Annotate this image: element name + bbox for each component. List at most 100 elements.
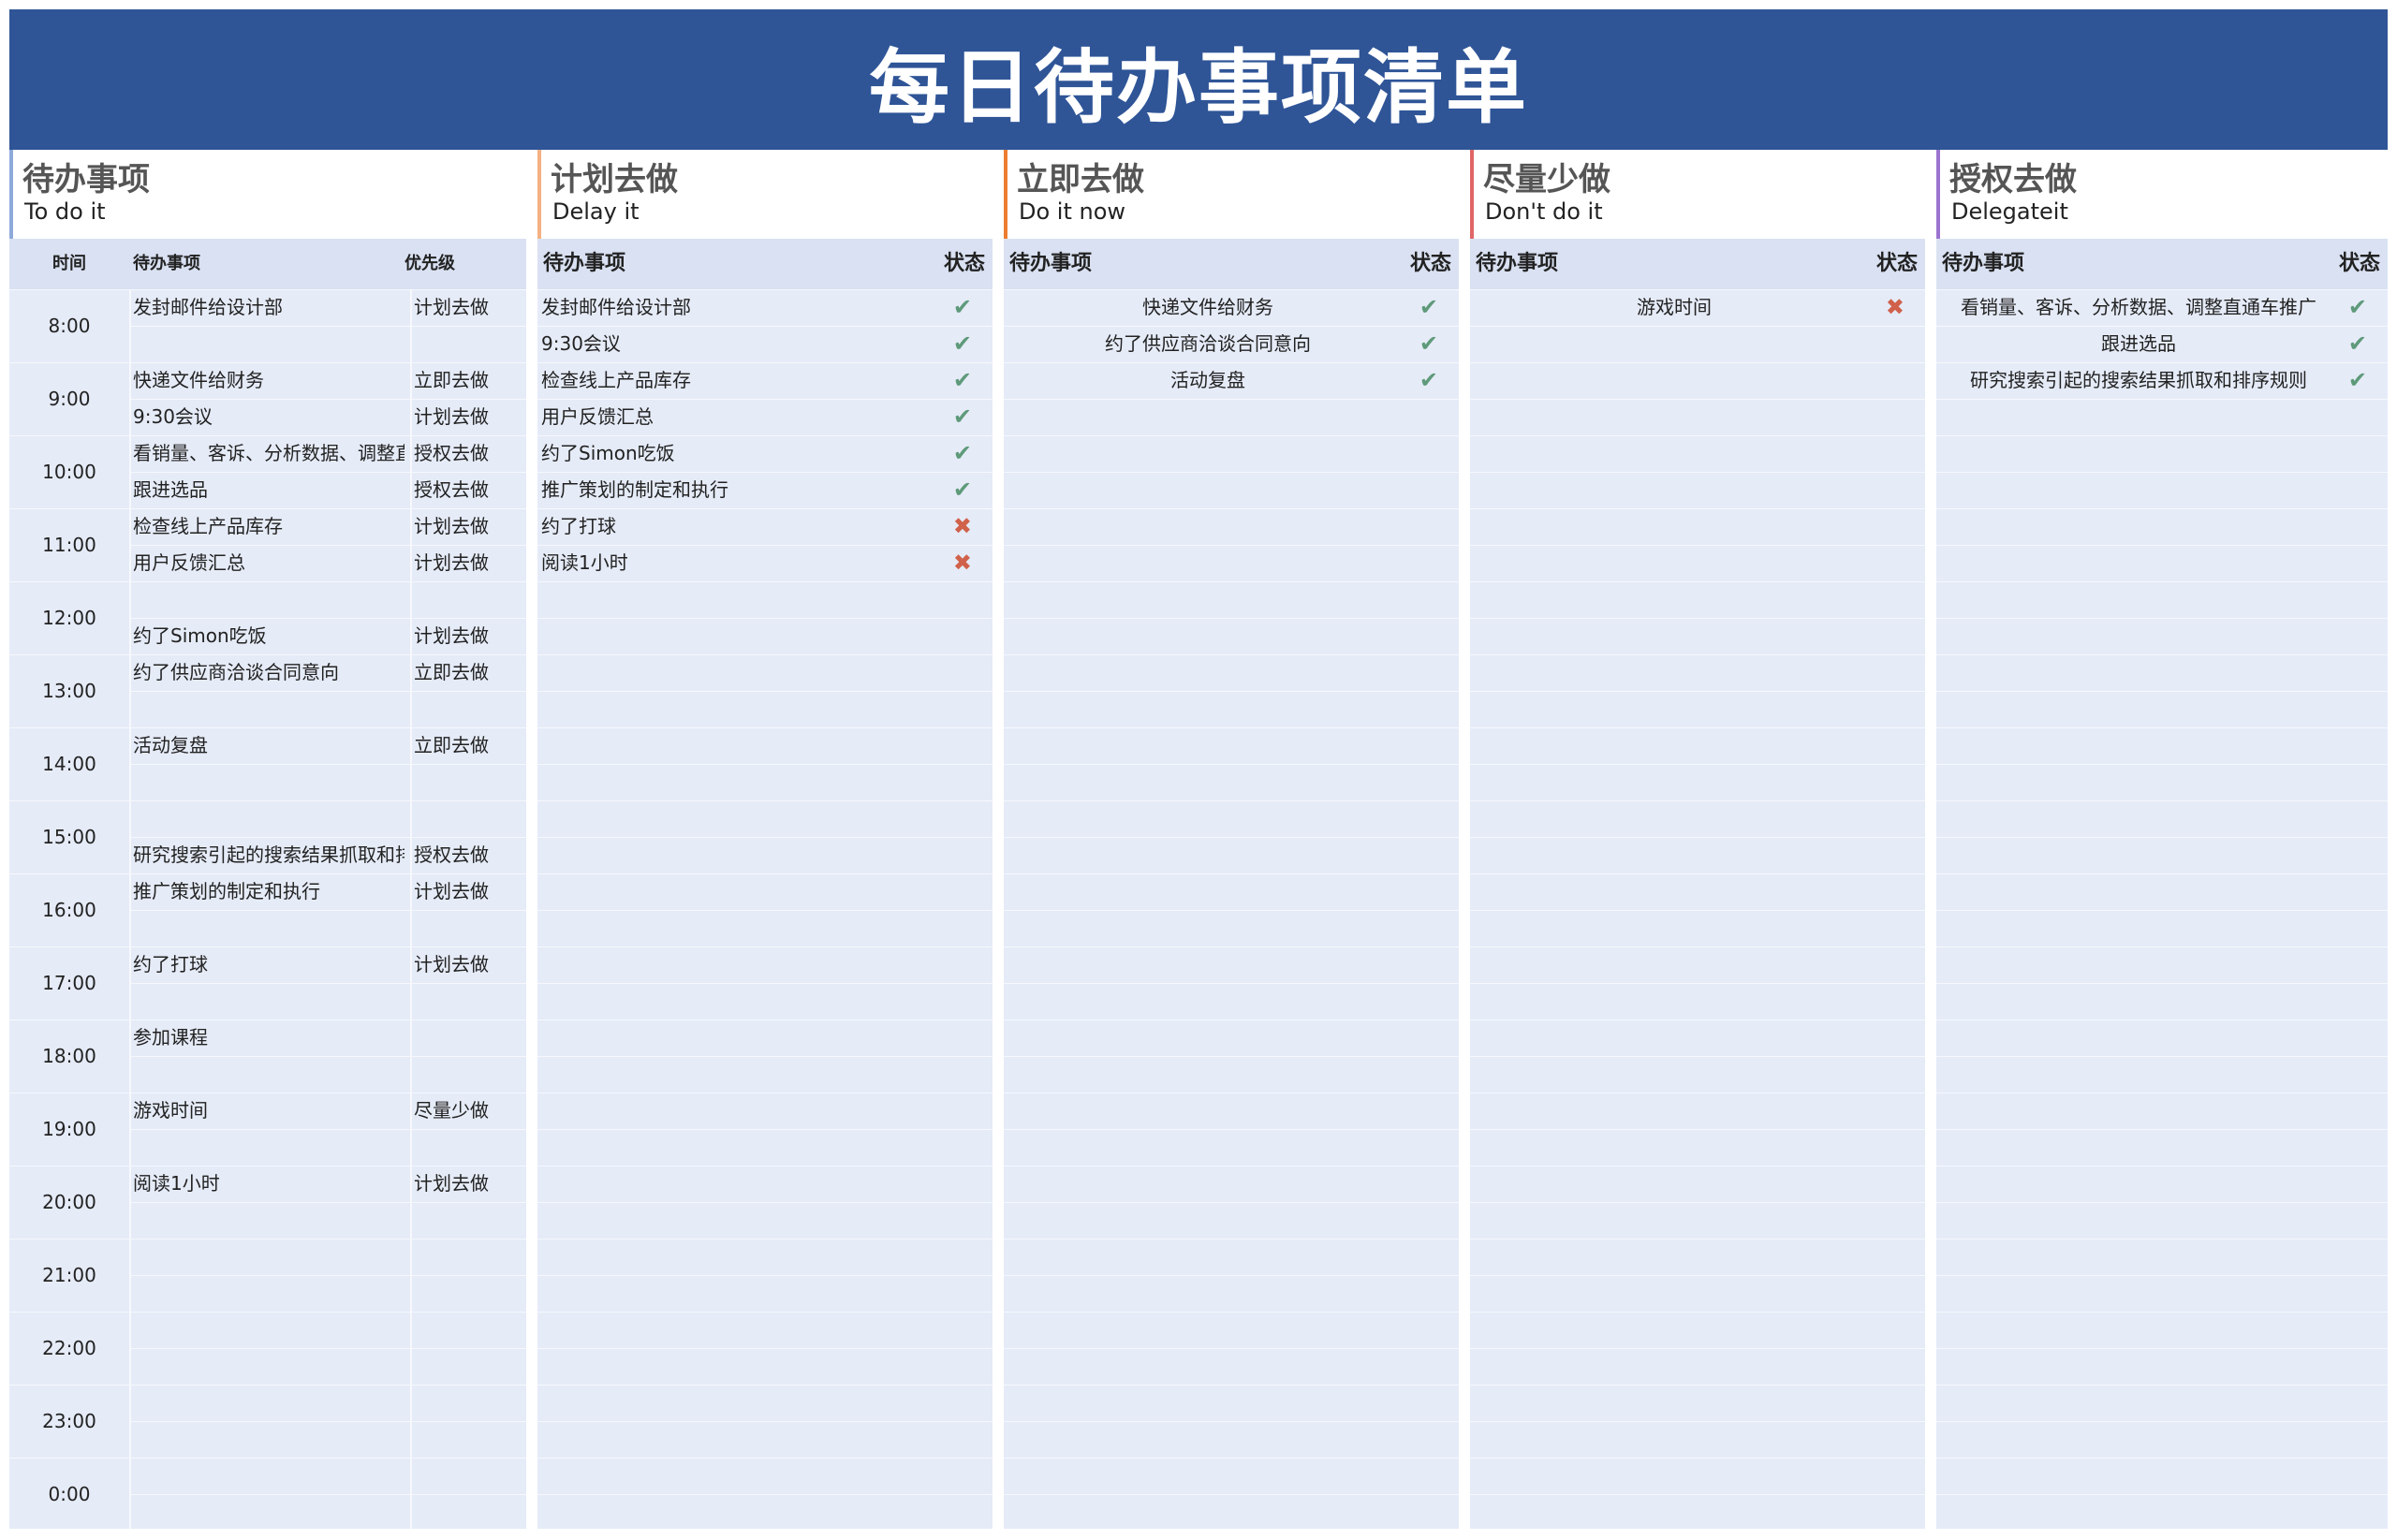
grid-line — [1004, 472, 1459, 473]
time-slot: 23:00 — [42, 1410, 96, 1432]
less-header: 尽量少做 Don't do it — [1470, 150, 1925, 239]
less-title: 尽量少做 — [1483, 161, 1610, 198]
schedule-task: 用户反馈汇总 — [133, 551, 245, 574]
grid-line — [1470, 983, 1925, 984]
time-slot: 18:00 — [42, 1045, 96, 1067]
schedule-priority: 计划去做 — [414, 953, 489, 975]
schedule-priority: 计划去做 — [414, 405, 489, 428]
schedule-task — [133, 764, 404, 800]
grid-line — [1936, 800, 2388, 801]
grid-line — [1004, 873, 1459, 874]
grid-line — [1470, 1385, 1925, 1386]
task-row: 用户反馈汇总 ✔ — [537, 399, 993, 435]
delegate-table-header: 待办事项 状态 — [1936, 239, 2388, 289]
task-text: 用户反馈汇总 — [541, 405, 654, 428]
grid-line — [1470, 362, 1925, 363]
schedule-priority: 计划去做 — [414, 880, 489, 902]
grid-line — [1004, 983, 1459, 984]
grid-line — [1936, 435, 2388, 436]
status-column-header: 状态 — [943, 252, 985, 275]
grid-line — [1936, 910, 2388, 911]
schedule-task — [133, 326, 404, 362]
task-text: 约了打球 — [541, 515, 616, 537]
grid-line — [1936, 764, 2388, 765]
plan-subtitle: Delay it — [552, 198, 640, 225]
schedule-task — [133, 910, 404, 946]
grid-line — [1004, 435, 1459, 436]
grid-line — [1004, 946, 1459, 947]
plan-panel: 计划去做 Delay it 待办事项 状态 发封邮件给设计部 ✔ 9:30会议 ✔ 检查线上产品… — [537, 150, 993, 1529]
grid-line — [537, 581, 993, 582]
schedule-task — [133, 800, 404, 837]
time-slot: 11:00 — [42, 534, 96, 556]
now-title: 立即去做 — [1017, 161, 1144, 198]
schedule-subtitle: To do it — [24, 198, 106, 225]
grid-line — [1470, 435, 1925, 436]
task-text: 推广策划的制定和执行 — [541, 478, 728, 501]
grid-line — [1470, 472, 1925, 473]
grid-line — [1004, 1312, 1459, 1313]
grid-line — [1936, 946, 2388, 947]
plan-header: 计划去做 Delay it — [537, 150, 993, 239]
schedule-priority: 计划去做 — [414, 515, 489, 537]
task-text: 检查线上产品库存 — [541, 369, 691, 391]
grid-line — [1004, 764, 1459, 765]
less-panel: 尽量少做 Don't do it 待办事项 状态 游戏时间 ✖ — [1470, 150, 1925, 1529]
schedule-priority — [414, 1056, 526, 1093]
schedule-table-header: 时间 待办事项 优先级 — [9, 239, 526, 289]
page-title: 每日待办事项清单 — [9, 9, 2388, 150]
schedule-priority — [414, 1019, 526, 1056]
grid-line — [1936, 837, 2388, 838]
check-icon: ✔ — [1419, 294, 1438, 320]
time-column-header: 时间 — [52, 254, 86, 273]
schedule-task — [133, 1056, 404, 1093]
grid-line — [131, 1202, 526, 1203]
grid-line — [537, 837, 993, 838]
task-text: 活动复盘 — [1170, 369, 1245, 391]
schedule-table: 时间 待办事项 优先级 8:00 9:00 10:00 11:00 12:00 13:00… — [9, 239, 526, 1529]
grid-line — [1470, 1312, 1925, 1313]
now-panel: 立即去做 Do it now 待办事项 状态 快递文件给财务 ✔ 约了供应商洽谈合同意向 ✔ 活… — [1004, 150, 1459, 1529]
grid-line — [537, 1312, 993, 1313]
time-slot: 21:00 — [42, 1264, 96, 1286]
time-slot: 12:00 — [42, 607, 96, 629]
task-row: 推广策划的制定和执行 ✔ — [537, 472, 993, 508]
schedule-header: 待办事项 To do it — [9, 150, 526, 239]
grid-line — [537, 618, 993, 619]
task-text: 发封邮件给设计部 — [541, 296, 691, 318]
less-subtitle: Don't do it — [1485, 198, 1603, 225]
now-subtitle: Do it now — [1019, 198, 1126, 225]
schedule-task: 跟进选品 — [133, 478, 208, 501]
check-icon: ✔ — [2347, 367, 2367, 393]
task-row: 跟进选品 ✔ — [1936, 326, 2388, 362]
grid-line — [537, 910, 993, 911]
grid-line — [1470, 1056, 1925, 1057]
time-slot: 17:00 — [42, 972, 96, 994]
grid-line — [537, 800, 993, 801]
schedule-task — [133, 1129, 404, 1166]
schedule-priority — [414, 800, 526, 837]
task-row: 约了供应商洽谈合同意向 ✔ — [1004, 326, 1459, 362]
grid-line — [1936, 618, 2388, 619]
grid-line — [1004, 1494, 1459, 1495]
grid-line — [1936, 1348, 2388, 1349]
schedule-priority: 授权去做 — [414, 442, 489, 464]
time-slot: 9:00 — [48, 388, 91, 410]
grid-line — [1936, 1494, 2388, 1495]
schedule-priority — [414, 1129, 526, 1166]
check-icon: ✔ — [952, 477, 972, 503]
time-slot: 0:00 — [48, 1483, 91, 1505]
task-row: 发封邮件给设计部 ✔ — [537, 289, 993, 326]
grid-line — [1004, 837, 1459, 838]
grid-line — [1004, 727, 1459, 728]
time-slot: 14:00 — [42, 753, 96, 775]
grid-line — [1936, 873, 2388, 874]
task-column-header: 待办事项 — [1942, 252, 2025, 275]
task-text: 约了供应商洽谈合同意向 — [1105, 332, 1311, 355]
task-column-header: 待办事项 — [1476, 252, 1559, 275]
schedule-task: 研究搜索引起的搜索结果抓取和排序规则 — [133, 843, 404, 866]
grid-line — [131, 1275, 526, 1276]
grid-line — [1470, 326, 1925, 327]
grid-line — [131, 1494, 526, 1495]
task-row: 约了Simon吃饭 ✔ — [537, 435, 993, 472]
